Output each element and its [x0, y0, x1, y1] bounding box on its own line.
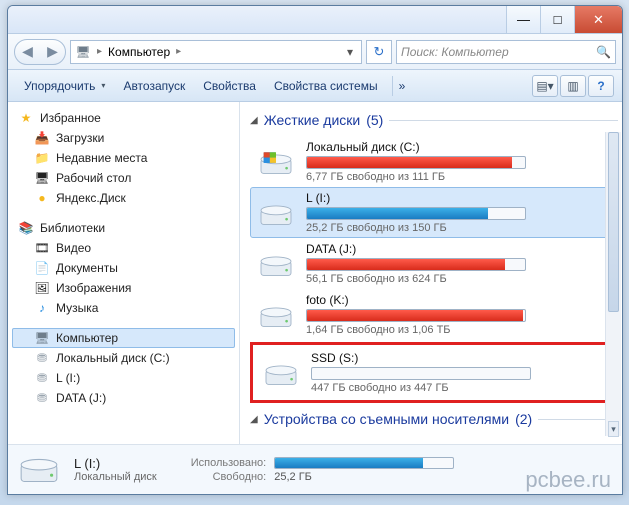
drive-item[interactable]: DATA (J:) 56,1 ГБ свободно из 624 ГБ	[250, 238, 618, 289]
status-drive-name: L (I:)	[74, 456, 157, 471]
group-count: (5)	[366, 112, 383, 128]
address-dropdown-icon[interactable]: ▾	[343, 45, 357, 59]
drive-usage-bar	[306, 309, 526, 322]
group-header-removable[interactable]: ◢ Устройства со съемными носителями (2)	[250, 411, 618, 427]
sidebar-item-images[interactable]: 🖼Изображения	[12, 278, 235, 298]
sidebar-computer-header[interactable]: 🖥Компьютер	[12, 328, 235, 348]
refresh-button[interactable]: ↻	[366, 40, 392, 64]
drive-usage-bar	[311, 367, 531, 380]
breadcrumb-separator[interactable]: ▸	[173, 46, 184, 57]
drive-name: foto (K:)	[306, 293, 612, 307]
sidebar-favorites-header[interactable]: ★Избранное	[12, 108, 235, 128]
collapse-icon[interactable]: ◢	[250, 115, 258, 126]
sidebar-item-local-c[interactable]: ⛃Локальный диск (C:)	[12, 348, 235, 368]
highlighted-drive: SSD (S:) 447 ГБ свободно из 447 ГБ	[250, 342, 612, 403]
drive-item[interactable]: foto (K:) 1,64 ГБ свободно из 1,06 ТБ	[250, 289, 618, 340]
preview-pane-button[interactable]: ▥	[560, 75, 586, 97]
address-bar[interactable]: 🖥 ▸ Компьютер ▸ ▾	[70, 40, 362, 64]
drive-icon	[256, 247, 296, 281]
navigation-pane[interactable]: ★Избранное 📥Загрузки 📁Недавние места 🖥Ра…	[8, 102, 240, 444]
sidebar-libraries-header[interactable]: 📚Библиотеки	[12, 218, 235, 238]
forward-icon[interactable]: ▶	[47, 43, 58, 60]
video-icon: 🎞	[34, 240, 50, 256]
sidebar-item-yadisk[interactable]: ●Яндекс.Диск	[12, 188, 235, 208]
search-icon[interactable]: 🔍	[596, 45, 611, 59]
search-input[interactable]: Поиск: Компьютер 🔍	[396, 40, 616, 64]
collapse-icon[interactable]: ◢	[250, 414, 258, 425]
drive-icon	[18, 450, 60, 490]
scrollbar-down-icon[interactable]: ▾	[608, 421, 619, 437]
status-drive-type: Локальный диск	[74, 471, 157, 483]
help-button[interactable]: ?	[588, 75, 614, 97]
folder-icon: 📁	[34, 150, 50, 166]
drive-name: Локальный диск (C:)	[306, 140, 612, 154]
drive-item[interactable]: Локальный диск (C:) 6,77 ГБ свободно из …	[250, 136, 618, 187]
drive-free-space: 25,2 ГБ свободно из 150 ГБ	[306, 222, 612, 234]
properties-button[interactable]: Свойства	[195, 75, 264, 97]
group-title: Устройства со съемными носителями	[264, 411, 509, 427]
back-icon[interactable]: ◀	[22, 43, 33, 60]
desktop-icon: 🖥	[34, 170, 50, 186]
drive-free-space: 447 ГБ свободно из 447 ГБ	[311, 382, 601, 394]
group-title: Жесткие диски	[264, 112, 361, 128]
sidebar-item-drive-j[interactable]: ⛃DATA (J:)	[12, 388, 235, 408]
drive-icon: ⛃	[34, 350, 50, 366]
libraries-icon: 📚	[18, 220, 34, 236]
drive-icon	[256, 196, 296, 230]
drive-usage-bar	[306, 156, 526, 169]
nav-back-forward[interactable]: ◀ ▶	[14, 39, 66, 65]
sidebar-item-recent[interactable]: 📁Недавние места	[12, 148, 235, 168]
yandex-disk-icon: ●	[34, 190, 50, 206]
watermark: pcbee.ru	[525, 467, 611, 493]
system-properties-button[interactable]: Свойства системы	[266, 75, 386, 97]
drive-usage-bar	[306, 258, 526, 271]
drive-usage-bar	[306, 207, 526, 220]
sidebar-item-video[interactable]: 🎞Видео	[12, 238, 235, 258]
drive-name: DATA (J:)	[306, 242, 612, 256]
window-close-button[interactable]: ✕	[574, 6, 622, 33]
sidebar-item-desktop[interactable]: 🖥Рабочий стол	[12, 168, 235, 188]
drive-free-space: 1,64 ГБ свободно из 1,06 ТБ	[306, 324, 612, 336]
breadcrumb-item[interactable]: Компьютер	[108, 45, 170, 59]
group-header-hdd[interactable]: ◢ Жесткие диски (5)	[250, 112, 618, 128]
vertical-scrollbar[interactable]: ▾	[605, 132, 621, 436]
status-free-label: Свободно:	[191, 471, 267, 483]
drive-icon	[261, 356, 301, 390]
sidebar-item-downloads[interactable]: 📥Загрузки	[12, 128, 235, 148]
star-icon: ★	[18, 110, 34, 126]
drive-name: L (I:)	[306, 191, 612, 205]
drive-item[interactable]: SSD (S:) 447 ГБ свободно из 447 ГБ	[255, 347, 607, 398]
search-placeholder: Поиск: Компьютер	[401, 45, 509, 59]
view-mode-button[interactable]: ▤▾	[532, 75, 558, 97]
drive-item[interactable]: L (I:) 25,2 ГБ свободно из 150 ГБ	[250, 187, 618, 238]
breadcrumb-separator[interactable]: ▸	[94, 46, 105, 57]
status-free-value: 25,2 ГБ	[274, 471, 454, 483]
drive-name: SSD (S:)	[311, 351, 601, 365]
documents-icon: 📄	[34, 260, 50, 276]
window-maximize-button[interactable]: □	[540, 6, 574, 33]
sidebar-item-drive-i[interactable]: ⛃L (I:)	[12, 368, 235, 388]
drive-icon: ⛃	[34, 370, 50, 386]
drive-free-space: 6,77 ГБ свободно из 111 ГБ	[306, 171, 612, 183]
drive-icon	[256, 145, 296, 179]
drive-icon	[256, 298, 296, 332]
drive-free-space: 56,1 ГБ свободно из 624 ГБ	[306, 273, 612, 285]
status-used-label: Использовано:	[191, 457, 267, 469]
group-count: (2)	[515, 411, 532, 427]
computer-icon: 🖥	[75, 44, 91, 60]
window-minimize-button[interactable]: —	[506, 6, 540, 33]
status-usage-bar	[274, 457, 454, 469]
music-icon: ♪	[34, 300, 50, 316]
sidebar-item-documents[interactable]: 📄Документы	[12, 258, 235, 278]
autorun-button[interactable]: Автозапуск	[115, 75, 193, 97]
sidebar-item-music[interactable]: ♪Музыка	[12, 298, 235, 318]
images-icon: 🖼	[34, 280, 50, 296]
content-area[interactable]: ◢ Жесткие диски (5) Локальный диск (C:) …	[240, 102, 622, 444]
organize-menu[interactable]: Упорядочить	[16, 75, 113, 97]
computer-icon: 🖥	[34, 330, 50, 346]
folder-icon: 📥	[34, 130, 50, 146]
scrollbar-thumb[interactable]	[608, 132, 619, 312]
drive-icon: ⛃	[34, 390, 50, 406]
